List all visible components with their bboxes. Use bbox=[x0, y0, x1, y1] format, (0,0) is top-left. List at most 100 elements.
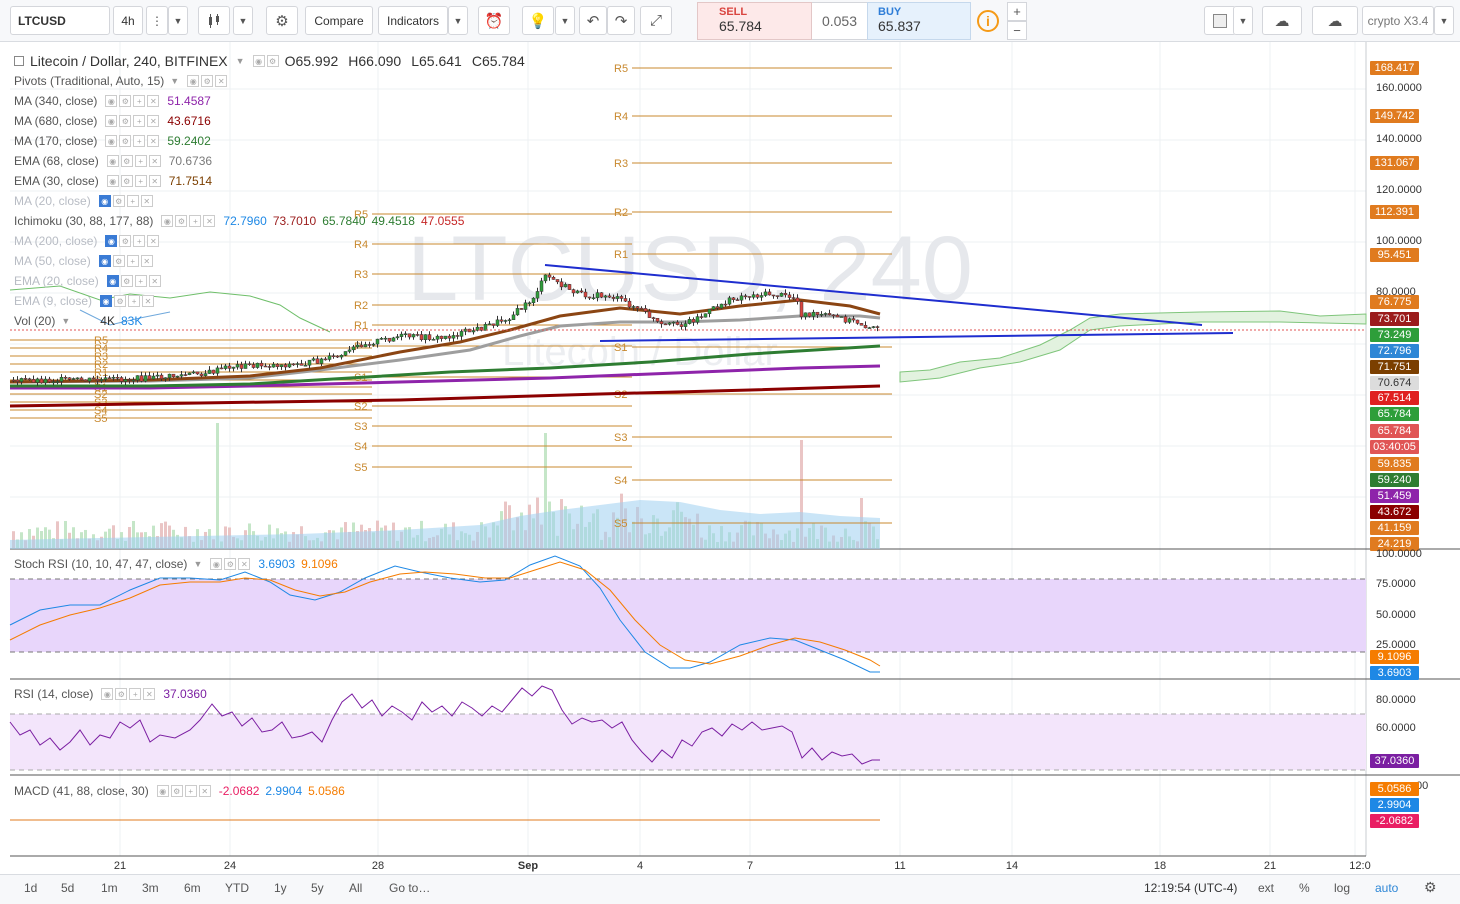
legend-ma170[interactable]: MA (170, close) ◉ ⚙ + ✕ 59.2402 bbox=[14, 134, 211, 148]
range-button-6m[interactable]: 6m bbox=[184, 881, 201, 895]
range-button-3m[interactable]: 3m bbox=[142, 881, 159, 895]
pivot-label: S1 bbox=[614, 342, 627, 354]
chevron-down-icon[interactable]: ▼ bbox=[193, 559, 202, 569]
range-button-5d[interactable]: 5d bbox=[61, 881, 74, 895]
legend-buttons[interactable]: ◉ ⚙ + ✕ bbox=[100, 295, 156, 307]
legend-ema9[interactable]: EMA (9, close) ◉ ⚙ + ✕ bbox=[14, 294, 156, 308]
candle-body bbox=[71, 378, 76, 380]
ext-toggle[interactable]: ext bbox=[1258, 881, 1274, 895]
log-toggle[interactable]: log bbox=[1334, 881, 1350, 895]
gear-icon[interactable]: ⚙ bbox=[1424, 879, 1437, 896]
legend-buttons[interactable]: ◉ ⚙ + ✕ bbox=[105, 135, 161, 147]
legend-buttons[interactable]: ◉ ⚙ + ✕ bbox=[106, 275, 163, 287]
sell-button[interactable]: SELL 65.784 bbox=[697, 2, 812, 40]
rectangle-icon[interactable] bbox=[1204, 6, 1236, 35]
legend-ma20[interactable]: MA (20, close) ◉ ⚙ + ✕ bbox=[14, 194, 155, 208]
candle-body bbox=[651, 317, 656, 319]
candle-body bbox=[807, 312, 812, 317]
info-icon[interactable]: i bbox=[977, 10, 999, 32]
chevron-down-icon[interactable]: ▼ bbox=[61, 316, 70, 326]
legend-buttons[interactable]: ◉ ⚙ + ✕ bbox=[105, 115, 161, 127]
candle-body bbox=[375, 338, 380, 345]
legend-buttons[interactable]: ◉ ⚙ + ✕ bbox=[105, 235, 161, 247]
symbol-search-input[interactable]: LTCUSD bbox=[10, 6, 110, 35]
lightbulb-icon[interactable]: 💡 bbox=[522, 6, 554, 35]
more-icon[interactable]: ⋮ bbox=[146, 6, 168, 35]
percent-toggle[interactable]: % bbox=[1299, 881, 1310, 895]
cloud-icon[interactable]: ☁ bbox=[1262, 6, 1302, 35]
legend-buttons[interactable]: ◉ ⚙ + ✕ bbox=[106, 175, 163, 187]
chevron-down-icon[interactable]: ▼ bbox=[236, 56, 245, 66]
alert-icon[interactable]: ⏰ bbox=[478, 6, 510, 35]
buy-button[interactable]: BUY 65.837 bbox=[867, 2, 971, 40]
range-button-5y[interactable]: 5y bbox=[311, 881, 324, 895]
indicators-button[interactable]: Indicators bbox=[378, 6, 448, 35]
legend-macd[interactable]: MACD (41, 88, close, 30) ◉ ⚙ + ✕ -2.0682 2.990… bbox=[14, 784, 345, 798]
gear-icon[interactable]: ⚙ bbox=[266, 6, 298, 35]
legend-buttons[interactable]: ◉ ⚙ + ✕ bbox=[156, 785, 213, 797]
legend-ma340[interactable]: MA (340, close) ◉ ⚙ + ✕ 51.4587 bbox=[14, 94, 211, 108]
range-button-1y[interactable]: 1y bbox=[274, 881, 287, 895]
candle-body bbox=[751, 294, 756, 298]
macd-label: -2.0682 bbox=[1370, 814, 1419, 828]
legend-ema30[interactable]: EMA (30, close) ◉ ⚙ + ✕ 71.7514 bbox=[14, 174, 212, 188]
chevron-down-icon[interactable]: ▼ bbox=[1233, 6, 1253, 35]
auto-toggle[interactable]: auto bbox=[1375, 881, 1398, 895]
legend-ichimoku[interactable]: Ichimoku (30, 88, 177, 88) ◉ ⚙ + ✕ 72.7960 73.… bbox=[14, 214, 464, 228]
pivot-label: S5 bbox=[354, 462, 367, 474]
chevron-down-icon[interactable]: ▼ bbox=[233, 6, 253, 35]
undo-icon[interactable]: ↶ bbox=[579, 6, 607, 35]
candle-body bbox=[731, 297, 736, 300]
range-button-all[interactable]: All bbox=[349, 881, 362, 895]
main-series-legend[interactable]: Litecoin / Dollar, 240, BITFINEX ▼ ◉ ⚙ O6… bbox=[14, 53, 525, 69]
fullscreen-icon[interactable]: ⤢ bbox=[640, 6, 672, 35]
chevron-down-icon[interactable]: ▼ bbox=[555, 6, 575, 35]
legend-ema20[interactable]: EMA (20, close) ◉ ⚙ + ✕ bbox=[14, 274, 163, 288]
minus-icon[interactable]: − bbox=[1007, 21, 1027, 40]
candle-body bbox=[459, 331, 464, 337]
pivot-label: R1 bbox=[614, 249, 628, 261]
candle-body bbox=[351, 346, 356, 351]
legend-buttons[interactable]: ◉ ⚙ + ✕ bbox=[98, 255, 155, 267]
interval-selector[interactable]: 4h bbox=[113, 6, 143, 35]
redo-icon[interactable]: ↷ bbox=[607, 6, 635, 35]
legend-buttons[interactable]: ◉ ⚙ + ✕ bbox=[98, 195, 155, 207]
candles-icon[interactable] bbox=[198, 6, 230, 35]
legend-buttons[interactable]: ◉ ⚙ ✕ bbox=[187, 75, 229, 87]
legend-buttons[interactable]: ◉ ⚙ + ✕ bbox=[105, 95, 161, 107]
legend-volume[interactable]: Vol (20) ▼ 4K 83K bbox=[14, 314, 142, 328]
legend-ma50[interactable]: MA (50, close) ◉ ⚙ + ✕ bbox=[14, 254, 155, 268]
legend-stoch-rsi[interactable]: Stoch RSI (10, 10, 47, 47, close) ▼ ◉ ⚙ ✕ 3.6… bbox=[14, 557, 338, 571]
cloud-upload-icon[interactable]: ☁ bbox=[1312, 6, 1358, 35]
legend-pivots[interactable]: Pivots (Traditional, Auto, 15) ▼ ◉ ⚙ ✕ bbox=[14, 74, 229, 88]
legend-buttons[interactable]: ◉ ⚙ + ✕ bbox=[106, 155, 163, 167]
legend-ma200[interactable]: MA (200, close) ◉ ⚙ + ✕ bbox=[14, 234, 161, 248]
legend-buttons[interactable]: ◉ ⚙ ✕ bbox=[210, 558, 252, 570]
chevron-down-icon[interactable]: ▼ bbox=[168, 6, 188, 35]
collapse-icon[interactable] bbox=[14, 56, 24, 66]
legend-buttons[interactable]: ◉ ⚙ + ✕ bbox=[101, 688, 157, 700]
legend-buttons[interactable]: ◉ ⚙ bbox=[252, 55, 281, 67]
chevron-down-icon[interactable]: ▼ bbox=[1434, 6, 1454, 35]
chart-canvas[interactable]: LTCUSD, 240 Litecoin / Dollar R5R4R3R2R1… bbox=[0, 42, 1460, 874]
buy-label: BUY bbox=[878, 6, 902, 18]
range-button-ytd[interactable]: YTD bbox=[225, 881, 249, 895]
range-button-1d[interactable]: 1d bbox=[24, 881, 37, 895]
legend-ma680[interactable]: MA (680, close) ◉ ⚙ + ✕ 43.6716 bbox=[14, 114, 211, 128]
pivot-label: R2 bbox=[354, 300, 368, 312]
legend-name: MA (170, close) bbox=[14, 134, 98, 148]
candle-body bbox=[495, 319, 500, 326]
legend-rsi[interactable]: RSI (14, close) ◉ ⚙ + ✕ 37.0360 bbox=[14, 687, 207, 701]
chevron-down-icon[interactable]: ▼ bbox=[448, 6, 468, 35]
plus-icon[interactable]: + bbox=[1007, 2, 1027, 21]
compare-button[interactable]: Compare bbox=[305, 6, 373, 35]
goto-button[interactable]: Go to… bbox=[389, 881, 430, 895]
legend-ema68[interactable]: EMA (68, close) ◉ ⚙ + ✕ 70.6736 bbox=[14, 154, 212, 168]
candle-body bbox=[231, 366, 236, 369]
chevron-down-icon[interactable]: ▼ bbox=[170, 76, 179, 86]
legend-buttons[interactable]: ◉ ⚙ + ✕ bbox=[161, 215, 217, 227]
layout-name-button[interactable]: crypto X3.4 bbox=[1362, 6, 1434, 35]
range-button-1m[interactable]: 1m bbox=[101, 881, 118, 895]
macd-label: 2.9904 bbox=[1370, 798, 1419, 812]
candle-body bbox=[611, 296, 616, 299]
